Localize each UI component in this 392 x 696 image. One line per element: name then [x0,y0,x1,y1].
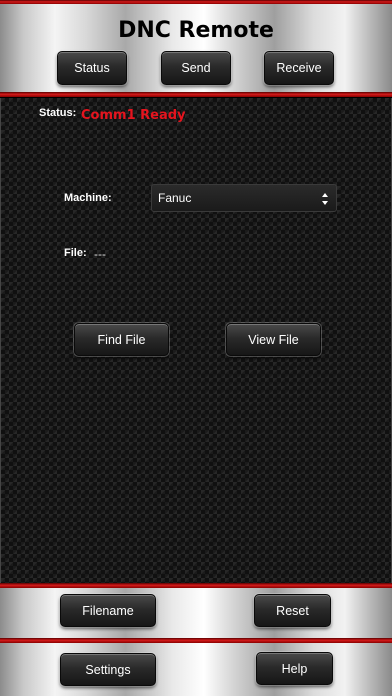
status-label: Status: [39,107,77,119]
file-label: File: [64,247,87,259]
header-red-divider [0,92,392,97]
send-button[interactable]: Send [161,51,231,85]
machine-label: Machine: [64,192,112,204]
status-value: Comm1 Ready [81,108,186,123]
footer-bar-2: Settings Help [0,643,392,696]
receive-button[interactable]: Receive [264,51,334,85]
machine-select[interactable]: Fanuc [151,184,337,212]
file-value: --- [94,247,106,261]
status-button[interactable]: Status [57,51,127,85]
settings-button[interactable]: Settings [60,653,156,686]
help-button[interactable]: Help [256,652,333,685]
header-bar: DNC Remote Status Send Receive [0,4,392,92]
machine-select-value: Fanuc [158,191,192,205]
view-file-button[interactable]: View File [226,323,321,356]
updown-arrows-icon [322,193,328,205]
find-file-button[interactable]: Find File [74,323,169,356]
reset-button[interactable]: Reset [254,594,331,627]
footer-bar-1: Filename Reset [0,588,392,638]
main-content: Status: Comm1 Ready Machine: Fanuc File:… [0,98,392,583]
app-title: DNC Remote [118,18,274,43]
filename-button[interactable]: Filename [60,594,156,627]
